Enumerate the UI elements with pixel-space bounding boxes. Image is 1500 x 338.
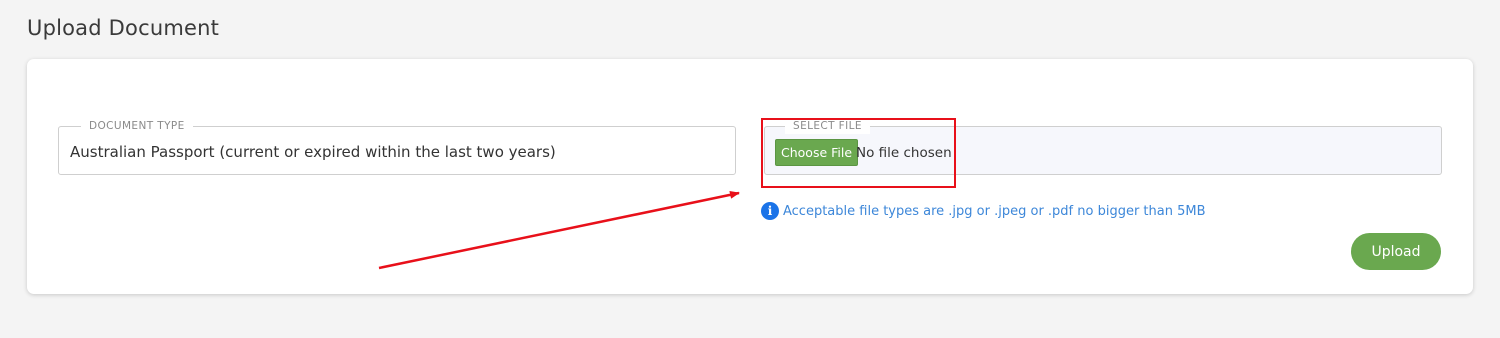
- file-requirements-text: Acceptable file types are .jpg or .jpeg …: [783, 203, 1206, 219]
- document-type-value: Australian Passport (current or expired …: [70, 143, 556, 161]
- document-type-label: DOCUMENT TYPE: [81, 118, 193, 134]
- info-icon: i: [761, 202, 779, 220]
- upload-button[interactable]: Upload: [1351, 233, 1441, 270]
- file-status-text: No file chosen: [856, 145, 952, 161]
- file-requirements-hint: i Acceptable file types are .jpg or .jpe…: [761, 202, 1206, 220]
- select-file-label: SELECT FILE: [785, 118, 870, 134]
- upload-card: DOCUMENT TYPE Australian Passport (curre…: [27, 59, 1473, 294]
- file-input[interactable]: SELECT FILE Choose File No file chosen: [764, 118, 1442, 175]
- choose-file-button[interactable]: Choose File: [775, 139, 859, 166]
- document-type-select[interactable]: DOCUMENT TYPE Australian Passport (curre…: [58, 118, 736, 175]
- page-title: Upload Document: [27, 16, 220, 40]
